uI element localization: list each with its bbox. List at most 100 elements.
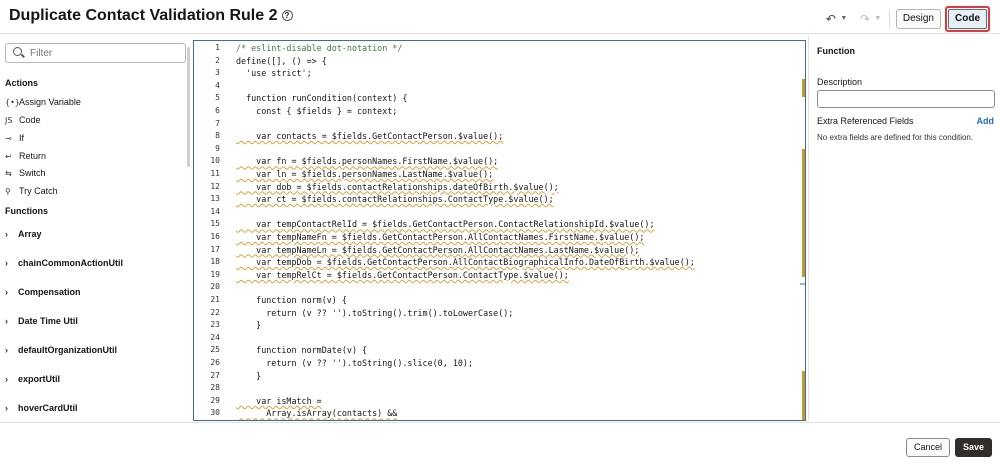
action-assign-variable[interactable]: {•} Assign Variable xyxy=(5,97,81,107)
code-line-text: function runCondition(context) { xyxy=(236,93,408,104)
line-number: 10 xyxy=(210,156,220,166)
function-group-label: Date Time Util xyxy=(18,316,78,326)
header-bar: Duplicate Contact Validation Rule 2? ↶ ▼… xyxy=(0,0,1000,34)
if-icon: ⊸ xyxy=(5,133,12,143)
undo-caret-icon[interactable]: ▼ xyxy=(839,9,849,29)
code-line-text: return (v ?? '').toString().trim().toLow… xyxy=(236,307,514,318)
action-if[interactable]: ⊸ If xyxy=(5,133,24,143)
warning-marker xyxy=(802,149,805,167)
cursor-marker xyxy=(800,283,805,285)
warning-marker xyxy=(802,167,805,277)
line-number: 2 xyxy=(215,55,220,65)
add-field-link[interactable]: Add xyxy=(977,116,995,126)
code-line-text: const { $fields } = context; xyxy=(236,106,398,116)
line-number: 15 xyxy=(210,219,220,229)
extra-fields-label: Extra Referenced Fields xyxy=(817,116,914,126)
line-number: 6 xyxy=(215,106,220,115)
code-line-text: 'use strict'; xyxy=(236,68,312,79)
function-group-label: hoverCardUtil xyxy=(18,403,78,413)
code-line-text: return (v ?? '').toString().slice(0, 10)… xyxy=(236,358,473,368)
function-group-array[interactable]: › Array xyxy=(5,229,42,239)
code-line-text: } xyxy=(236,320,262,331)
chevron-right-icon: › xyxy=(5,258,8,268)
code-line-text: var fn = $fields.personNames.FirstName.$… xyxy=(236,156,499,167)
design-button[interactable]: Design xyxy=(895,9,941,29)
header-actions: ↶ ▼ ↷ ▼ Design Code xyxy=(823,6,990,32)
chevron-right-icon: › xyxy=(5,374,8,384)
code-line-text: /* eslint-disable dot-notation */ xyxy=(236,43,403,53)
function-group-label: Compensation xyxy=(18,287,81,297)
filter-box[interactable] xyxy=(5,43,186,63)
function-group-date-time-util[interactable]: › Date Time Util xyxy=(5,316,78,326)
description-input[interactable] xyxy=(817,90,995,108)
code-line-text: } xyxy=(236,370,262,381)
help-icon[interactable]: ? xyxy=(281,10,293,21)
code-line-text: var dob = $fields.contactRelationships.d… xyxy=(236,181,559,192)
code-line-text: function norm(v) { xyxy=(236,295,347,305)
line-number: 27 xyxy=(210,370,220,380)
undo-icon[interactable]: ↶ xyxy=(823,9,839,29)
line-number: 21 xyxy=(210,295,220,304)
redo-caret-icon[interactable]: ▼ xyxy=(873,9,883,29)
search-icon xyxy=(13,47,22,56)
code-button[interactable]: Code xyxy=(948,9,987,29)
code-line-text: var tempDob = $fields.GetContactPerson.A… xyxy=(236,257,695,268)
action-label: Assign Variable xyxy=(19,97,81,107)
function-group-label: defaultOrganizationUtil xyxy=(18,345,117,355)
chevron-right-icon: › xyxy=(5,287,8,297)
cancel-button[interactable]: Cancel xyxy=(906,438,951,457)
action-label: Switch xyxy=(19,168,46,178)
footer-bar: Cancel Save xyxy=(0,422,1000,467)
line-number: 28 xyxy=(210,383,220,393)
description-label: Description xyxy=(817,77,863,87)
action-switch[interactable]: ⇆ Switch xyxy=(5,168,46,178)
chevron-right-icon: › xyxy=(5,403,8,413)
code-line-text: var tempNameFn = $fields.GetContactPerso… xyxy=(236,232,645,242)
code-line-text: var ct = $fields.contactRelationships.Co… xyxy=(236,194,554,205)
line-number: 13 xyxy=(210,194,220,204)
no-fields-note: No extra fields are defined for this con… xyxy=(817,133,974,142)
function-group-label: exportUtil xyxy=(18,374,61,384)
function-group-compensation[interactable]: › Compensation xyxy=(5,287,81,297)
code-line-text: Array.isArray(contacts) && xyxy=(236,408,398,419)
line-number: 26 xyxy=(210,358,220,367)
redo-icon[interactable]: ↷ xyxy=(857,9,873,29)
line-number: 25 xyxy=(210,345,220,355)
function-group-label: chainCommonActionUtil xyxy=(18,258,123,268)
line-number: 18 xyxy=(210,257,220,267)
line-number: 4 xyxy=(215,80,220,90)
palette-scrollbar[interactable] xyxy=(187,47,190,167)
function-group-hovercardutil[interactable]: › hoverCardUtil xyxy=(5,403,78,413)
left-palette: Actions {•}Assign Variable JS Code ⊸ If ↩ R… xyxy=(0,35,192,421)
code-line-text: var tempRelCt = $fields.GetContactPerson… xyxy=(236,269,569,280)
line-number: 3 xyxy=(215,68,220,78)
line-number: 29 xyxy=(210,395,220,405)
action-label: If xyxy=(19,133,25,143)
function-group-chaincommonactionutil[interactable]: › chainCommonActionUtil xyxy=(5,258,123,268)
line-number: 11 xyxy=(210,169,220,178)
line-number: 7 xyxy=(215,118,220,128)
functions-heading: Functions xyxy=(5,206,48,216)
line-number: 5 xyxy=(215,93,220,103)
code-line-text: var tempContactRelId = $fields.GetContac… xyxy=(236,219,655,230)
function-group-defaultorganizationutil[interactable]: › defaultOrganizationUtil xyxy=(5,345,117,355)
action-code[interactable]: JS Code xyxy=(5,115,41,125)
line-number: 30 xyxy=(210,408,220,418)
code-line-text: var tempNameLn = $fields.GetContactPerso… xyxy=(236,244,640,255)
action-return[interactable]: ↩ Return xyxy=(5,151,46,161)
properties-panel: Function Description Extra Referenced Fi… xyxy=(808,35,1000,421)
line-number: 1 xyxy=(215,43,220,52)
line-number: 8 xyxy=(215,131,220,141)
code-editor[interactable]: 1 /* eslint-disable dot-notation */ 2 defin… xyxy=(193,40,806,421)
code-button-highlight: Code xyxy=(945,6,990,32)
function-group-exportutil[interactable]: › exportUtil xyxy=(5,374,60,384)
chevron-right-icon: › xyxy=(5,316,8,326)
line-number: 20 xyxy=(210,282,220,292)
page-title: Duplicate Contact Validation Rule 2? xyxy=(9,7,293,25)
filter-input[interactable] xyxy=(30,46,180,60)
action-label: Code xyxy=(19,115,41,125)
code-line-text: define([], () => { xyxy=(236,55,327,66)
action-try-catch[interactable]: ⚲ Try Catch xyxy=(5,186,58,196)
assign-variable-icon: {•} xyxy=(5,97,20,107)
save-button[interactable]: Save xyxy=(955,438,993,457)
